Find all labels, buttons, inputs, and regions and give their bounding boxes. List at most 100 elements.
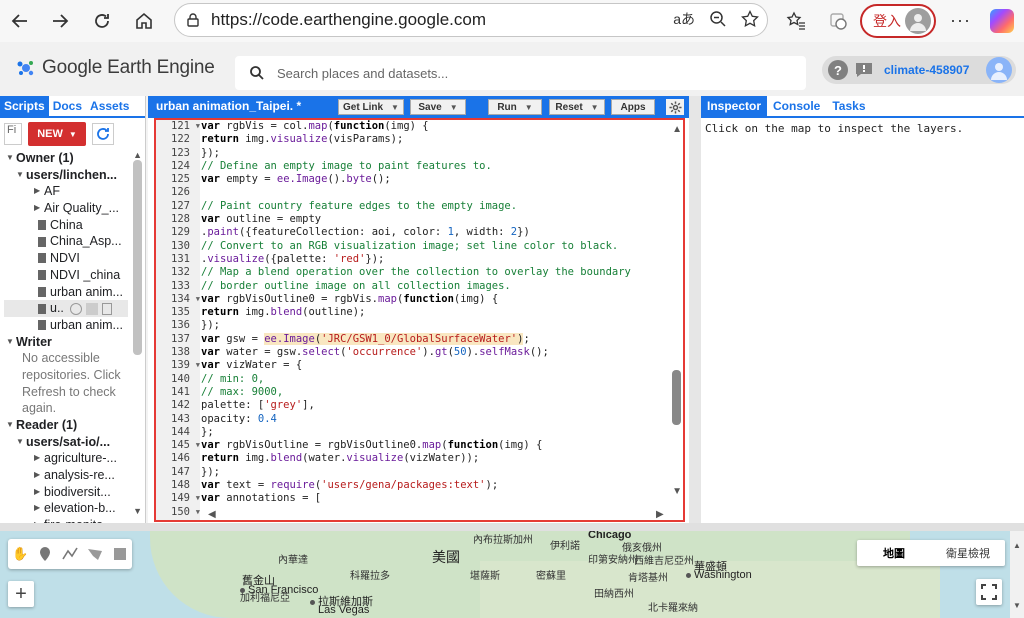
- fold-caret-icon[interactable]: ▼: [196, 359, 200, 372]
- map-type-satellite[interactable]: 衛星檢視: [931, 540, 1005, 566]
- pan-hand-icon[interactable]: ✋: [11, 545, 29, 563]
- code-line[interactable]: 124 // Define an empty image to paint fea…: [156, 160, 631, 173]
- tab-assets[interactable]: Assets: [86, 96, 133, 116]
- refresh-button[interactable]: [92, 123, 114, 145]
- tab-docs[interactable]: Docs: [49, 96, 86, 116]
- tab-console[interactable]: Console: [767, 96, 826, 116]
- code-line[interactable]: 142 palette: ['grey'],: [156, 399, 631, 412]
- feedback-icon[interactable]: [854, 61, 874, 79]
- code-editor[interactable]: 121 ▼ var rgbVis = col.map(function(img) {…: [154, 118, 685, 522]
- translate-icon[interactable]: aあ: [673, 9, 695, 29]
- fold-caret-icon[interactable]: ▼: [196, 120, 200, 133]
- tree-item[interactable]: China: [4, 217, 128, 234]
- code-line[interactable]: 145 ▼ var rgbVisOutline = rgbVisOutline0.m…: [156, 439, 631, 452]
- tab-inspector[interactable]: Inspector: [701, 96, 768, 116]
- tab-scripts[interactable]: Scripts: [0, 96, 49, 116]
- search-input[interactable]: Search places and datasets...: [277, 66, 448, 81]
- zoom-icon[interactable]: [709, 10, 727, 28]
- scroll-down-icon[interactable]: ▼: [672, 486, 682, 497]
- code-line[interactable]: 134 ▼ var rgbVisOutline0 = rgbVis.map(func…: [156, 293, 631, 306]
- scroll-up-icon[interactable]: ▲: [672, 124, 682, 135]
- tree-item[interactable]: China_Asp...: [4, 233, 128, 250]
- get-link-button[interactable]: Get Link ▼: [338, 99, 404, 115]
- code-line[interactable]: 146 return img.blend(water.visualize(vizW…: [156, 452, 631, 465]
- tree-item[interactable]: ▶ Air Quality_...: [4, 200, 128, 217]
- code-line[interactable]: 141 // max: 9000,: [156, 386, 631, 399]
- login-button[interactable]: 登入: [860, 4, 936, 38]
- code-line[interactable]: 139 ▼ var vizWater = {: [156, 359, 631, 372]
- tree-item[interactable]: ▶ agriculture-...: [4, 450, 128, 467]
- tree-item[interactable]: NDVI _china: [4, 267, 128, 284]
- delete-icon[interactable]: [101, 302, 112, 315]
- filter-input[interactable]: Fi: [4, 123, 22, 145]
- tree-item[interactable]: ▼ Writer: [4, 334, 128, 351]
- help-icon[interactable]: ?: [828, 60, 848, 80]
- map-scrollbar[interactable]: ▲ ▼: [1010, 531, 1024, 618]
- tree-item[interactable]: ▼ Owner (1): [4, 150, 128, 167]
- line-draw-icon[interactable]: [61, 545, 79, 563]
- code-line[interactable]: 143 opacity: 0.4: [156, 413, 631, 426]
- map-splitter[interactable]: [0, 523, 1024, 531]
- scroll-right-icon[interactable]: ▶: [656, 509, 664, 520]
- fold-caret-icon[interactable]: ▼: [196, 293, 200, 306]
- new-button[interactable]: NEW ▼: [28, 122, 86, 146]
- zoom-in-button[interactable]: +: [8, 581, 34, 607]
- tree-item[interactable]: ▶ AF: [4, 183, 128, 200]
- scroll-down-icon[interactable]: ▼: [1013, 601, 1021, 610]
- rectangle-draw-icon[interactable]: [111, 545, 129, 563]
- edit-icon[interactable]: [85, 302, 98, 315]
- map-type-roadmap[interactable]: 地圖: [857, 540, 931, 566]
- tree-item[interactable]: NDVI: [4, 250, 128, 267]
- tree-item[interactable]: ▼ Reader (1): [4, 417, 128, 434]
- forward-button[interactable]: [42, 3, 78, 39]
- tree-item[interactable]: ▼ users/sat-io/...: [4, 434, 128, 451]
- star-icon[interactable]: [741, 10, 759, 28]
- map-view[interactable]: 美國 內布拉斯加州 伊利諾 Chicago 印第安納州 俄亥俄州 內華達 科羅拉…: [0, 531, 1024, 618]
- fold-caret-icon[interactable]: ▼: [196, 492, 200, 505]
- code-line[interactable]: 127 // Paint country feature edges to the…: [156, 200, 631, 213]
- tree-item[interactable]: ▼ users/linchen...: [4, 167, 128, 184]
- code-line[interactable]: 140 // min: 0,: [156, 373, 631, 386]
- code-line[interactable]: 149 ▼ var annotations = [: [156, 492, 631, 505]
- code-line[interactable]: 132 // Map a blend operation over the col…: [156, 266, 631, 279]
- collections-icon[interactable]: [828, 11, 848, 31]
- code-line[interactable]: 144};: [156, 426, 631, 439]
- editor-scrollbar[interactable]: [672, 370, 681, 425]
- tree-item[interactable]: ▶ analysis-re...: [4, 467, 128, 484]
- back-button[interactable]: [2, 3, 38, 39]
- tree-item[interactable]: ▶ biodiversit...: [4, 484, 128, 501]
- run-button[interactable]: Run ▼: [488, 99, 542, 115]
- apps-button[interactable]: Apps: [611, 99, 655, 115]
- fold-caret-icon[interactable]: ▼: [196, 506, 200, 519]
- code-line[interactable]: 147});: [156, 466, 631, 479]
- right-splitter[interactable]: [689, 96, 701, 523]
- code-line[interactable]: 148 var text = require('users/gena/packag…: [156, 479, 631, 492]
- tree-item[interactable]: u..: [4, 300, 128, 317]
- tree-item[interactable]: urban anim...: [4, 317, 128, 334]
- code-line[interactable]: 130 // Convert to an RGB visualization im…: [156, 240, 631, 253]
- reset-button[interactable]: Reset ▼: [549, 99, 605, 115]
- tree-item[interactable]: ▶ elevation-b...: [4, 500, 128, 517]
- code-line[interactable]: 128 var outline = empty: [156, 213, 631, 226]
- code-line[interactable]: 125 var empty = ee.Image().byte();: [156, 173, 631, 186]
- code-line[interactable]: 133 // border outline image on all collec…: [156, 280, 631, 293]
- script-title[interactable]: urban animation_Taipei. *: [156, 99, 301, 113]
- favorites-icon[interactable]: [786, 11, 806, 31]
- code-line[interactable]: 136});: [156, 319, 631, 332]
- left-splitter[interactable]: [137, 96, 148, 523]
- fold-caret-icon[interactable]: ▼: [196, 439, 200, 452]
- code-line[interactable]: 137 var gsw = ee.Image('JRC/GSW1_0/Global…: [156, 332, 631, 346]
- scroll-up-icon[interactable]: ▲: [1013, 541, 1021, 550]
- polygon-draw-icon[interactable]: [86, 545, 104, 563]
- code-line[interactable]: 126: [156, 186, 631, 199]
- code-line[interactable]: 135 return img.blend(outline);: [156, 306, 631, 319]
- search-bar[interactable]: Search places and datasets...: [235, 56, 806, 90]
- code-line[interactable]: 122 return img.visualize(visParams);: [156, 133, 631, 146]
- code-line[interactable]: 129 .paint({featureCollection: aoi, color…: [156, 226, 631, 239]
- copilot-icon[interactable]: [990, 9, 1014, 33]
- tree-item[interactable]: urban anim...: [4, 284, 128, 301]
- script-history-icon[interactable]: [69, 302, 82, 315]
- user-avatar-icon[interactable]: [986, 57, 1012, 83]
- fullscreen-button[interactable]: [976, 579, 1002, 605]
- code-line[interactable]: 150 ▼: [156, 506, 631, 519]
